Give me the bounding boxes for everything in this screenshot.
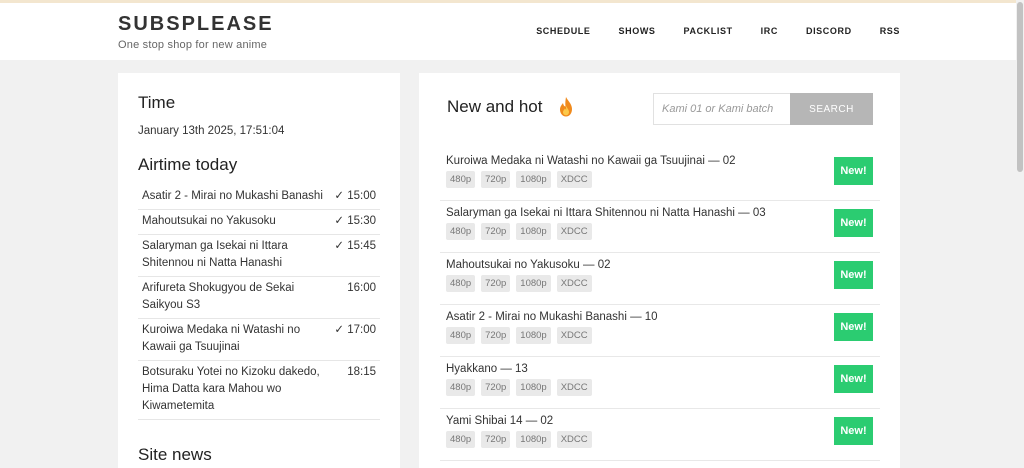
nav-shows[interactable]: SHOWS xyxy=(619,26,656,36)
airtime-title[interactable]: Kuroiwa Medaka ni Watashi no Kawaii ga T… xyxy=(142,322,328,356)
link-xdcc[interactable]: XDCC xyxy=(556,431,592,448)
release-row: Asatir 2 - Mirai no Mukashi Banashi — 10… xyxy=(440,305,880,357)
new-badge[interactable]: New! xyxy=(834,313,873,341)
airtime-title[interactable]: Asatir 2 - Mirai no Mukashi Banashi xyxy=(142,188,328,205)
scrollbar-thumb[interactable] xyxy=(1017,2,1023,172)
release-links: 480p 720p 1080p XDCC xyxy=(446,327,598,344)
release-title[interactable]: Kuroiwa Medaka ni Watashi no Kawaii ga T… xyxy=(446,155,736,167)
link-1080p[interactable]: 1080p xyxy=(516,327,551,344)
nav-packlist[interactable]: PACKLIST xyxy=(684,26,733,36)
release-links: 480p 720p 1080p XDCC xyxy=(446,431,598,448)
link-720p[interactable]: 720p xyxy=(481,171,511,188)
new-badge[interactable]: New! xyxy=(834,417,873,445)
release-links: 480p 720p 1080p XDCC xyxy=(446,223,598,240)
link-xdcc[interactable]: XDCC xyxy=(556,223,592,240)
release-links: 480p 720p 1080p XDCC xyxy=(446,171,598,188)
link-1080p[interactable]: 1080p xyxy=(516,171,551,188)
release-list: Kuroiwa Medaka ni Watashi no Kawaii ga T… xyxy=(440,149,880,461)
new-badge[interactable]: New! xyxy=(834,209,873,237)
search-input[interactable] xyxy=(653,93,790,125)
new-badge[interactable]: New! xyxy=(834,365,873,393)
nav-rss[interactable]: RSS xyxy=(880,26,900,36)
airtime-time: ✓ 15:30 xyxy=(334,215,376,227)
link-720p[interactable]: 720p xyxy=(481,327,511,344)
airtime-time: ✓ 17:00 xyxy=(334,324,376,336)
airtime-item: Arifureta Shokugyou de Sekai Saikyou S3 … xyxy=(138,277,380,319)
release-row: Salaryman ga Isekai ni Ittara Shitennou … xyxy=(440,201,880,253)
airtime-time: 16:00 xyxy=(347,282,376,294)
link-1080p[interactable]: 1080p xyxy=(516,275,551,292)
nav-irc[interactable]: IRC xyxy=(761,26,778,36)
brand[interactable]: SUBSPLEASE One stop shop for new anime xyxy=(118,13,274,51)
page-scrollbar[interactable] xyxy=(1016,0,1024,468)
link-480p[interactable]: 480p xyxy=(446,327,476,344)
current-time: January 13th 2025, 17:51:04 xyxy=(138,125,285,137)
link-480p[interactable]: 480p xyxy=(446,431,476,448)
release-links: 480p 720p 1080p XDCC xyxy=(446,379,598,396)
release-row: Hyakkano — 13 480p 720p 1080p XDCC New! xyxy=(440,357,880,409)
release-title[interactable]: Asatir 2 - Mirai no Mukashi Banashi — 10 xyxy=(446,311,658,323)
release-row: Kuroiwa Medaka ni Watashi no Kawaii ga T… xyxy=(440,149,880,201)
release-row: Mahoutsukai no Yakusoku — 02 480p 720p 1… xyxy=(440,253,880,305)
airtime-time: 18:15 xyxy=(347,366,376,378)
link-720p[interactable]: 720p xyxy=(481,379,511,396)
site-title[interactable]: SUBSPLEASE xyxy=(118,13,274,35)
airtime-item: Kuroiwa Medaka ni Watashi no Kawaii ga T… xyxy=(138,319,380,361)
releases-card: New and hot SEARCH Kuroiwa Medaka ni Wat… xyxy=(419,73,900,468)
release-title[interactable]: Salaryman ga Isekai ni Ittara Shitennou … xyxy=(446,207,766,219)
airtime-title[interactable]: Salaryman ga Isekai ni Ittara Shitennou … xyxy=(142,238,328,272)
airtime-item: Mahoutsukai no Yakusoku ✓ 15:30 xyxy=(138,210,380,235)
link-xdcc[interactable]: XDCC xyxy=(556,171,592,188)
site-tagline: One stop shop for new anime xyxy=(118,39,268,51)
airtime-item: Asatir 2 - Mirai no Mukashi Banashi ✓ 15… xyxy=(138,185,380,210)
airtime-title[interactable]: Botsuraku Yotei no Kizoku dakedo, Hima D… xyxy=(142,364,328,415)
nav-discord[interactable]: DISCORD xyxy=(806,26,852,36)
link-1080p[interactable]: 1080p xyxy=(516,223,551,240)
airtime-title[interactable]: Arifureta Shokugyou de Sekai Saikyou S3 xyxy=(142,280,328,314)
airtime-item: Salaryman ga Isekai ni Ittara Shitennou … xyxy=(138,235,380,277)
site-news-heading: Site news xyxy=(138,445,212,464)
sidebar-card: Time January 13th 2025, 17:51:04 Airtime… xyxy=(118,73,400,468)
release-row: Yami Shibai 14 — 02 480p 720p 1080p XDCC… xyxy=(440,409,880,461)
link-480p[interactable]: 480p xyxy=(446,379,476,396)
time-heading: Time xyxy=(138,93,176,112)
link-720p[interactable]: 720p xyxy=(481,431,511,448)
new-badge[interactable]: New! xyxy=(834,157,873,185)
fire-icon xyxy=(559,97,573,122)
link-480p[interactable]: 480p xyxy=(446,275,476,292)
airtime-time: ✓ 15:00 xyxy=(334,190,376,202)
airtime-list: Asatir 2 - Mirai no Mukashi Banashi ✓ 15… xyxy=(138,185,380,420)
airtime-heading: Airtime today xyxy=(138,155,238,174)
link-xdcc[interactable]: XDCC xyxy=(556,327,592,344)
link-1080p[interactable]: 1080p xyxy=(516,379,551,396)
search-button[interactable]: SEARCH xyxy=(790,93,873,125)
link-720p[interactable]: 720p xyxy=(481,275,511,292)
airtime-title[interactable]: Mahoutsukai no Yakusoku xyxy=(142,213,328,230)
release-title[interactable]: Yami Shibai 14 — 02 xyxy=(446,415,553,427)
release-links: 480p 720p 1080p XDCC xyxy=(446,275,598,292)
site-header: SUBSPLEASE One stop shop for new anime S… xyxy=(0,3,1024,60)
release-title[interactable]: Hyakkano — 13 xyxy=(446,363,528,375)
nav-schedule[interactable]: SCHEDULE xyxy=(536,26,590,36)
new-badge[interactable]: New! xyxy=(834,261,873,289)
main-nav: SCHEDULE SHOWS PACKLIST IRC DISCORD RSS xyxy=(508,26,900,36)
link-1080p[interactable]: 1080p xyxy=(516,431,551,448)
airtime-item: Botsuraku Yotei no Kizoku dakedo, Hima D… xyxy=(138,361,380,420)
airtime-time: ✓ 15:45 xyxy=(334,240,376,252)
link-480p[interactable]: 480p xyxy=(446,223,476,240)
link-xdcc[interactable]: XDCC xyxy=(556,379,592,396)
new-hot-heading: New and hot xyxy=(447,97,543,116)
link-480p[interactable]: 480p xyxy=(446,171,476,188)
release-title[interactable]: Mahoutsukai no Yakusoku — 02 xyxy=(446,259,611,271)
link-720p[interactable]: 720p xyxy=(481,223,511,240)
link-xdcc[interactable]: XDCC xyxy=(556,275,592,292)
